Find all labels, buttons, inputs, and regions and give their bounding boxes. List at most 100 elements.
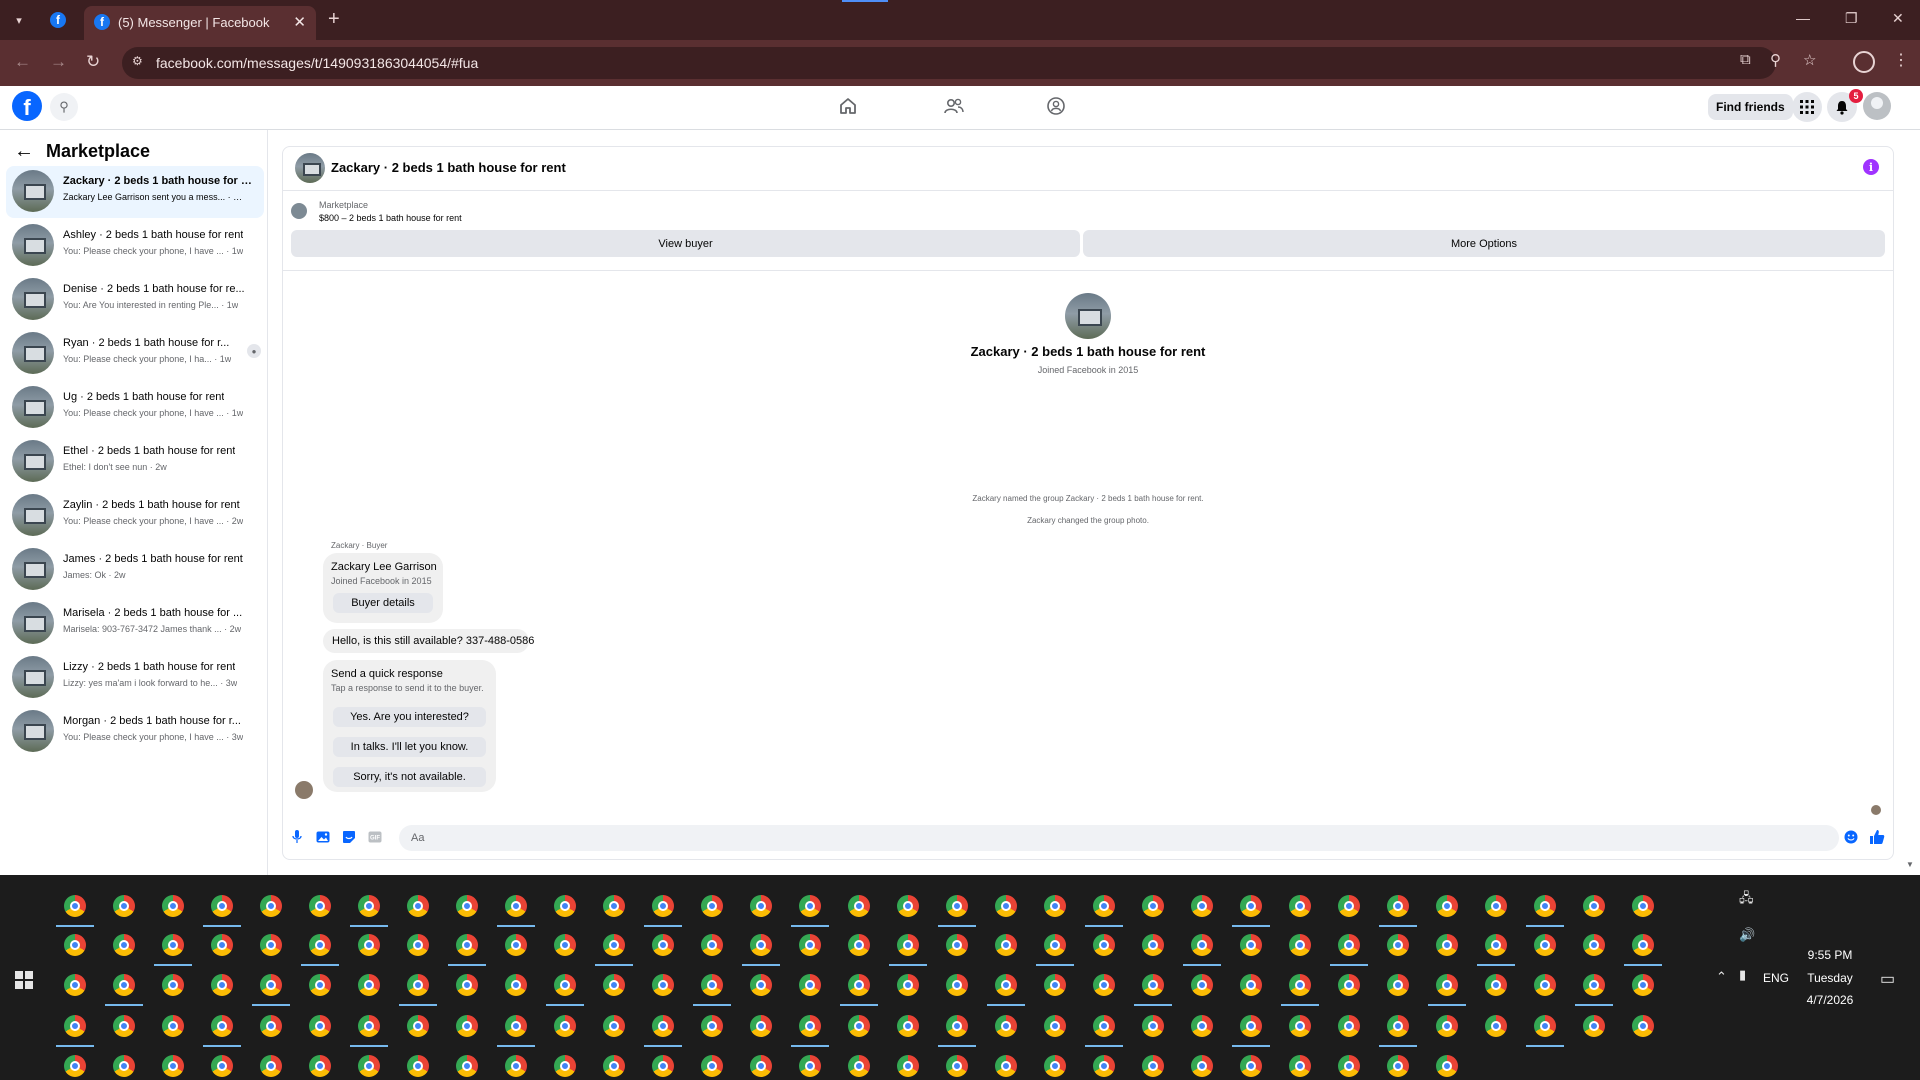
taskbar-app-icon[interactable] [1191,1015,1213,1037]
taskbar-app-icon[interactable] [750,974,772,996]
taskbar-app-icon[interactable] [652,974,674,996]
taskbar-app-icon[interactable] [701,1015,723,1037]
taskbar-app-icon[interactable] [897,974,919,996]
taskbar-app-icon[interactable] [1240,934,1262,956]
show-hidden-icons-chevron-icon[interactable]: ⌃ [1716,969,1727,985]
taskbar-app-icon[interactable] [456,895,478,917]
taskbar-app-icon[interactable] [848,974,870,996]
taskbar-app-icon[interactable] [211,974,233,996]
taskbar-app-icon[interactable] [456,1055,478,1077]
taskbar-app-icon[interactable] [113,974,135,996]
taskbar-app-icon[interactable] [1387,895,1409,917]
taskbar-app-icon[interactable] [260,895,282,917]
taskbar-app-icon[interactable] [701,1055,723,1077]
taskbar-app-icon[interactable] [64,895,86,917]
view-buyer-button[interactable]: View buyer [291,230,1080,257]
taskbar-app-icon[interactable] [603,974,625,996]
taskbar-app-icon[interactable] [1387,1055,1409,1077]
taskbar-app-icon[interactable] [1142,895,1164,917]
taskbar-app-icon[interactable] [407,974,429,996]
taskbar-app-icon[interactable] [162,974,184,996]
taskbar-app-icon[interactable] [1044,1055,1066,1077]
taskbar-app-icon[interactable] [407,1055,429,1077]
quick-response-option[interactable]: Sorry, it's not available. [333,767,486,787]
taskbar-app-icon[interactable] [64,974,86,996]
notification-center-icon[interactable]: ▭ [1880,969,1895,989]
taskbar-app-icon[interactable] [1044,895,1066,917]
clock-date[interactable]: 4/7/2026 [1798,993,1862,1007]
sender-avatar[interactable] [295,781,313,799]
taskbar-app-icon[interactable] [1534,895,1556,917]
scroll-down-arrow-icon[interactable]: ▼ [1906,860,1914,869]
taskbar-app-icon[interactable] [162,895,184,917]
taskbar-app-icon[interactable] [652,895,674,917]
taskbar-app-icon[interactable] [113,1055,135,1077]
windows-start-icon[interactable] [15,971,33,989]
taskbar-app-icon[interactable] [260,1055,282,1077]
taskbar-app-icon[interactable] [799,1015,821,1037]
taskbar-app-icon[interactable] [407,895,429,917]
clock-day[interactable]: Tuesday [1798,971,1862,985]
conversation-item[interactable]: Ethel · 2 beds 1 bath house for rent Eth… [6,436,264,488]
zoom-icon[interactable]: ⚲ [1770,51,1781,69]
clock-time[interactable]: 9:55 PM [1798,948,1862,962]
taskbar-app-icon[interactable] [309,895,331,917]
taskbar-app-icon[interactable] [1338,895,1360,917]
taskbar-app-icon[interactable] [750,1055,772,1077]
buyer-details-button[interactable]: Buyer details [333,593,433,613]
taskbar-app-icon[interactable] [1191,974,1213,996]
taskbar-app-icon[interactable] [554,934,576,956]
taskbar-app-icon[interactable] [211,895,233,917]
conversation-item[interactable]: Ashley · 2 beds 1 bath house for rent Yo… [6,220,264,272]
taskbar-app-icon[interactable] [113,934,135,956]
taskbar-app-icon[interactable] [64,1015,86,1037]
taskbar-app-icon[interactable] [1289,895,1311,917]
facebook-logo-icon[interactable]: f [12,91,42,121]
find-friends-button[interactable]: Find friends [1708,94,1793,120]
taskbar-app-icon[interactable] [995,895,1017,917]
taskbar-app-icon[interactable] [1583,895,1605,917]
taskbar-app-icon[interactable] [456,1015,478,1037]
account-avatar[interactable] [1863,92,1891,120]
install-app-icon[interactable]: ⧉ [1740,51,1751,68]
taskbar-app-icon[interactable] [1240,974,1262,996]
taskbar-app-icon[interactable] [554,974,576,996]
forward-arrow-icon[interactable]: → [50,52,67,72]
groups-icon[interactable] [1046,96,1066,121]
taskbar-app-icon[interactable] [1436,934,1458,956]
taskbar-app-icon[interactable] [211,1015,233,1037]
message-input[interactable]: Aa [399,825,1839,851]
taskbar-app-icon[interactable] [309,1015,331,1037]
taskbar-app-icon[interactable] [1436,974,1458,996]
listing-price-title[interactable]: $800 – 2 beds 1 bath house for rent [319,213,462,223]
taskbar-app-icon[interactable] [799,895,821,917]
taskbar-app-icon[interactable] [211,1055,233,1077]
new-tab-button[interactable]: + [328,8,340,31]
taskbar-app-icon[interactable] [1093,974,1115,996]
friends-icon[interactable] [943,96,965,121]
restore-window-icon[interactable]: ❐ [1845,10,1858,27]
taskbar-app-icon[interactable] [1534,974,1556,996]
taskbar-app-icon[interactable] [407,934,429,956]
taskbar-app-icon[interactable] [1583,1015,1605,1037]
conversation-item[interactable]: Lizzy · 2 beds 1 bath house for rent Liz… [6,652,264,704]
taskbar-app-icon[interactable] [456,934,478,956]
conversation-item[interactable]: Morgan · 2 beds 1 bath house for r... Yo… [6,706,264,758]
taskbar-app-icon[interactable] [1485,934,1507,956]
taskbar-app-icon[interactable] [407,1015,429,1037]
more-options-button[interactable]: More Options [1083,230,1885,257]
browser-menu-icon[interactable]: ⋮ [1893,50,1909,70]
taskbar-app-icon[interactable] [1534,1015,1556,1037]
conversation-item[interactable]: James · 2 beds 1 bath house for rent Jam… [6,544,264,596]
conversation-item[interactable]: Zackary · 2 beds 1 bath house for r... Z… [6,166,264,218]
taskbar-app-icon[interactable] [1191,934,1213,956]
menu-grid-icon[interactable] [1792,92,1822,122]
microphone-icon[interactable] [289,829,305,845]
taskbar-app-icon[interactable] [1338,934,1360,956]
taskbar-app-icon[interactable] [1338,1015,1360,1037]
bookmark-star-icon[interactable]: ☆ [1803,51,1816,69]
taskbar-app-icon[interactable] [1289,1055,1311,1077]
taskbar-app-icon[interactable] [603,1055,625,1077]
taskbar-app-icon[interactable] [1387,1015,1409,1037]
taskbar-app-icon[interactable] [1583,934,1605,956]
